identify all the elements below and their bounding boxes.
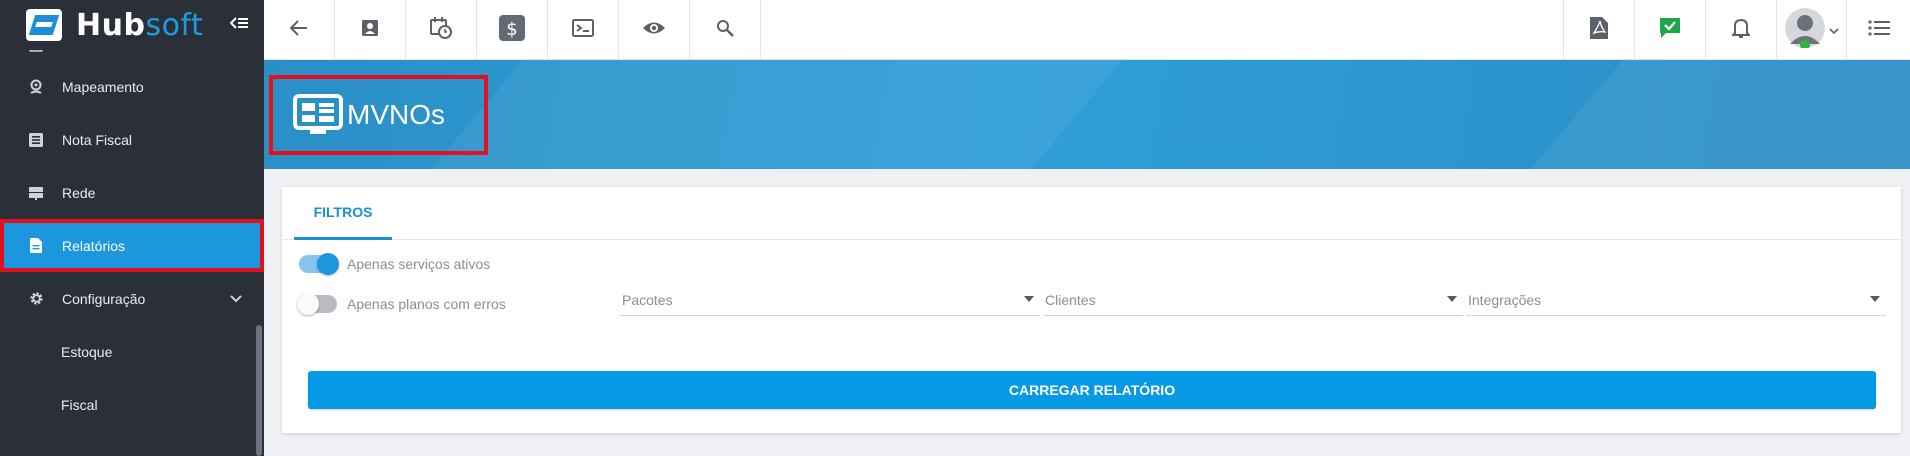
search-button[interactable] <box>690 0 761 60</box>
topbar: $ <box>264 0 1910 60</box>
hubsoft-logo-icon <box>26 9 62 41</box>
sidebar-item-label: Nota Fiscal <box>62 131 133 148</box>
sidebar-item-rede[interactable]: Rede <box>0 166 264 219</box>
sidebar-item-relatorios[interactable]: Relatórios <box>0 219 264 272</box>
brand-logo[interactable]: Hubsoft <box>0 0 264 50</box>
pdf-icon <box>1590 16 1608 44</box>
terminal-button[interactable] <box>548 0 619 60</box>
list-menu-icon <box>1867 19 1890 41</box>
active-services-label: Apenas serviços ativos <box>347 256 491 272</box>
plans-errors-toggle-row[interactable]: Apenas planos com erros <box>297 293 506 315</box>
page-title: MVNOs <box>347 99 445 130</box>
sidebar-item-nota-fiscal[interactable]: Nota Fiscal <box>0 113 264 166</box>
calendar-clock-icon <box>430 16 452 44</box>
tab-filtros[interactable]: FILTROS <box>294 187 392 240</box>
active-services-switch[interactable] <box>299 253 339 275</box>
contacts-button[interactable] <box>335 0 406 60</box>
bell-icon <box>1730 17 1752 44</box>
menu-button[interactable] <box>1846 0 1910 60</box>
notifications-button[interactable] <box>1705 0 1776 60</box>
load-report-button[interactable]: CARREGAR RELATÓRIO <box>308 371 1876 409</box>
view-button[interactable] <box>619 0 690 60</box>
contact-card-icon <box>361 19 379 42</box>
gear-icon <box>28 291 44 307</box>
switch-knob <box>317 253 339 275</box>
dropdown-arrow-icon <box>1024 296 1034 302</box>
collapse-sidebar-icon[interactable] <box>228 14 250 34</box>
sidebar-item-mapeamento[interactable]: Mapeamento <box>0 60 264 113</box>
card-tabs: FILTROS <box>282 187 1901 240</box>
brand-name: Hubsoft <box>76 7 204 43</box>
banner-decoration <box>1471 60 1910 169</box>
eye-icon <box>642 21 666 40</box>
pdf-button[interactable] <box>1563 0 1634 60</box>
chat-check-icon <box>1659 17 1681 44</box>
chevron-down-icon <box>1828 21 1839 39</box>
report-icon <box>28 238 44 254</box>
active-services-toggle-row[interactable]: Apenas serviços ativos <box>299 253 491 275</box>
plans-errors-switch[interactable] <box>297 293 337 315</box>
sidebar-scrollbar[interactable] <box>256 325 262 456</box>
back-button[interactable] <box>264 0 335 60</box>
sidebar-item-label: Rede <box>62 184 96 201</box>
sidebar-nav: $ Financeiro Mapeamento Nota Fiscal Rede <box>0 37 264 431</box>
integracoes-placeholder: Integrações <box>1468 292 1542 308</box>
chevron-down-icon <box>230 290 242 306</box>
sidebar-item-label: Relatórios <box>62 237 126 254</box>
sidebar-item-label: Estoque <box>61 343 113 360</box>
dropdown-arrow-icon <box>1870 296 1880 302</box>
clientes-placeholder: Clientes <box>1045 292 1096 308</box>
dollar-icon: $ <box>499 14 525 46</box>
dashboard-screen-icon <box>293 94 343 136</box>
dropdown-arrow-icon <box>1447 296 1457 302</box>
document-list-icon <box>28 132 44 148</box>
filters-card: FILTROS Apenas serviços ativos Apenas pl… <box>282 187 1901 433</box>
switch-knob <box>297 293 319 315</box>
integracoes-select[interactable]: Integrações <box>1466 284 1886 316</box>
sidebar-item-configuracao[interactable]: Configuração <box>0 272 264 325</box>
schedule-button[interactable] <box>406 0 477 60</box>
pacotes-select[interactable]: Pacotes <box>620 284 1040 316</box>
finance-button[interactable]: $ <box>477 0 548 60</box>
terminal-icon <box>572 18 594 42</box>
search-icon <box>716 19 734 42</box>
messages-button[interactable] <box>1634 0 1705 60</box>
pacotes-placeholder: Pacotes <box>622 292 673 308</box>
map-pin-icon <box>28 79 44 95</box>
plans-errors-label: Apenas planos com erros <box>347 296 506 312</box>
sidebar-item-estoque[interactable]: Estoque <box>0 325 264 378</box>
sidebar-item-label: Fiscal <box>61 396 98 413</box>
sidebar-item-fiscal[interactable]: Fiscal <box>0 378 264 431</box>
avatar <box>1784 7 1825 53</box>
sidebar-item-label: Configuração <box>62 290 146 307</box>
server-icon <box>28 185 44 201</box>
svg-text:$: $ <box>506 19 517 40</box>
sidebar-item-label: Mapeamento <box>62 78 144 95</box>
user-menu[interactable] <box>1776 0 1846 60</box>
sidebar: $ Financeiro Mapeamento Nota Fiscal Rede <box>0 0 264 456</box>
clientes-select[interactable]: Clientes <box>1043 284 1463 316</box>
back-arrow-icon <box>289 19 308 41</box>
page-title-box: MVNOs <box>269 75 488 155</box>
page-header: MVNOs <box>264 60 1910 169</box>
